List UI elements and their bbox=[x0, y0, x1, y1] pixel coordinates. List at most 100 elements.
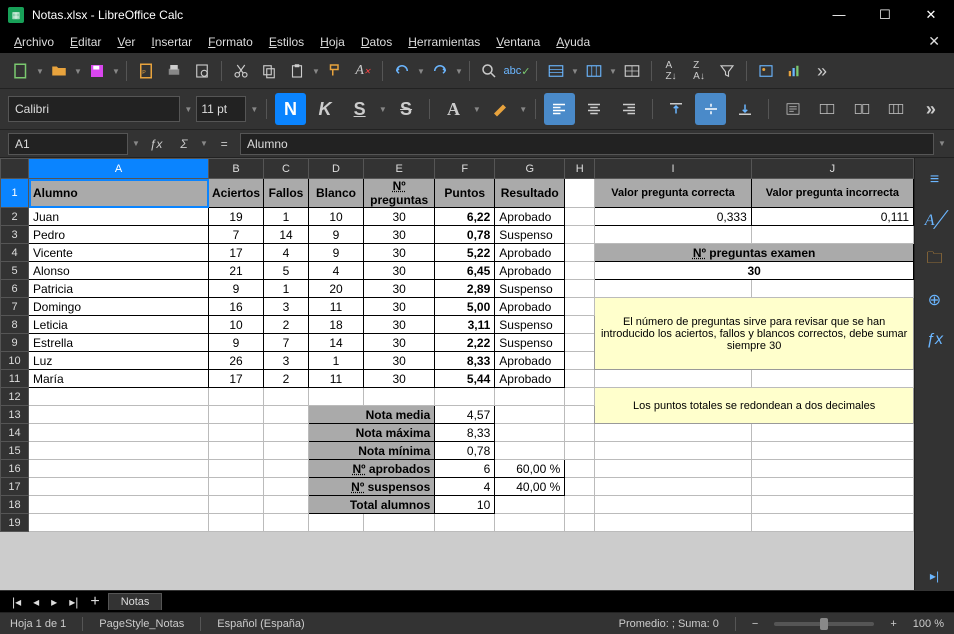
cell-D4[interactable]: 9 bbox=[309, 244, 364, 262]
cell-F9[interactable]: 2,22 bbox=[435, 334, 495, 352]
cell-B11[interactable]: 17 bbox=[209, 370, 264, 388]
cell-I1[interactable]: Valor pregunta correcta bbox=[595, 179, 752, 208]
align-middle-button[interactable] bbox=[695, 93, 726, 125]
cell-B9[interactable]: 9 bbox=[209, 334, 264, 352]
cell-B6[interactable]: 9 bbox=[209, 280, 264, 298]
new-dropdown[interactable]: ▼ bbox=[36, 58, 44, 84]
cell-B16[interactable] bbox=[209, 460, 264, 478]
cell-F18[interactable]: 10 bbox=[435, 496, 495, 514]
font-name-dropdown[interactable]: ▼ bbox=[184, 96, 192, 122]
menu-estilos[interactable]: Estilos bbox=[263, 33, 310, 51]
save-icon[interactable] bbox=[84, 58, 110, 84]
cell-H13[interactable] bbox=[565, 406, 595, 424]
merge-button[interactable] bbox=[812, 93, 843, 125]
row-header-3[interactable]: 3 bbox=[1, 226, 29, 244]
cell-G6[interactable]: Suspenso bbox=[495, 280, 565, 298]
cell-A10[interactable]: Luz bbox=[29, 352, 209, 370]
font-name-input[interactable] bbox=[8, 96, 180, 122]
cell-F14[interactable]: 8,33 bbox=[435, 424, 495, 442]
tab-add-icon[interactable]: + bbox=[86, 593, 103, 611]
sidebar-navigator-icon[interactable]: ⊕ bbox=[921, 286, 949, 314]
print-icon[interactable] bbox=[161, 58, 187, 84]
cell-B3[interactable]: 7 bbox=[209, 226, 264, 244]
row-header-19[interactable]: 19 bbox=[1, 514, 29, 532]
cell-F5[interactable]: 6,45 bbox=[435, 262, 495, 280]
row-header-10[interactable]: 10 bbox=[1, 352, 29, 370]
sum-icon[interactable]: Σ bbox=[172, 133, 196, 155]
cell-D10[interactable]: 1 bbox=[309, 352, 364, 370]
cell-F7[interactable]: 5,00 bbox=[435, 298, 495, 316]
sort-desc-icon[interactable]: ZA↓ bbox=[686, 58, 712, 84]
cell-H16[interactable] bbox=[565, 460, 595, 478]
cell-B4[interactable]: 17 bbox=[209, 244, 264, 262]
font-size-dropdown[interactable]: ▼ bbox=[250, 96, 258, 122]
cell-A19[interactable] bbox=[29, 514, 209, 532]
zoom-out-icon[interactable]: − bbox=[752, 618, 758, 630]
cell-A1[interactable]: Alumno bbox=[29, 179, 209, 208]
row-header-18[interactable]: 18 bbox=[1, 496, 29, 514]
cell-I16[interactable] bbox=[595, 460, 752, 478]
row-header-5[interactable]: 5 bbox=[1, 262, 29, 280]
row-header-2[interactable]: 2 bbox=[1, 208, 29, 226]
cell-A15[interactable] bbox=[29, 442, 209, 460]
cell-A2[interactable]: Juan bbox=[29, 208, 209, 226]
cell-B14[interactable] bbox=[209, 424, 264, 442]
menu-ver[interactable]: Ver bbox=[111, 33, 141, 51]
maximize-button[interactable]: ☐ bbox=[870, 7, 900, 23]
cell-J1[interactable]: Valor pregunta incorrecta bbox=[751, 179, 913, 208]
cell-E5[interactable]: 30 bbox=[364, 262, 435, 280]
cell-H18[interactable] bbox=[565, 496, 595, 514]
cell-I11[interactable] bbox=[595, 370, 752, 388]
cell-G4[interactable]: Aprobado bbox=[495, 244, 565, 262]
italic-button[interactable]: K bbox=[310, 93, 341, 125]
open-icon[interactable] bbox=[46, 58, 72, 84]
cell-C1[interactable]: Fallos bbox=[264, 179, 309, 208]
cell-D6[interactable]: 20 bbox=[309, 280, 364, 298]
sidebar-functions-icon[interactable]: ƒx bbox=[921, 326, 949, 354]
cell-F3[interactable]: 0,78 bbox=[435, 226, 495, 244]
chart-icon[interactable] bbox=[781, 58, 807, 84]
col-header-H[interactable]: H bbox=[565, 159, 595, 179]
col-header-F[interactable]: F bbox=[435, 159, 495, 179]
cell-A18[interactable] bbox=[29, 496, 209, 514]
cell-E12[interactable] bbox=[364, 388, 435, 406]
cell-A8[interactable]: Leticia bbox=[29, 316, 209, 334]
spreadsheet-grid[interactable]: ABCDEFGHIJ1AlumnoAciertosFallosBlancoNº … bbox=[0, 158, 914, 590]
cell-C18[interactable] bbox=[264, 496, 309, 514]
cell-F12[interactable] bbox=[435, 388, 495, 406]
cell-F16[interactable]: 6 bbox=[435, 460, 495, 478]
align-bottom-button[interactable] bbox=[730, 93, 761, 125]
copy-icon[interactable] bbox=[256, 58, 282, 84]
cell-I14[interactable] bbox=[595, 424, 752, 442]
cell-C13[interactable] bbox=[264, 406, 309, 424]
print-preview-icon[interactable] bbox=[189, 58, 215, 84]
cell-J14[interactable] bbox=[751, 424, 913, 442]
cell-H9[interactable] bbox=[565, 334, 595, 352]
align-top-button[interactable] bbox=[661, 93, 692, 125]
row-header-13[interactable]: 13 bbox=[1, 406, 29, 424]
cell-A11[interactable]: María bbox=[29, 370, 209, 388]
col-icon[interactable] bbox=[581, 58, 607, 84]
cell-F2[interactable]: 6,22 bbox=[435, 208, 495, 226]
col-header-D[interactable]: D bbox=[309, 159, 364, 179]
font-size-input[interactable] bbox=[196, 96, 246, 122]
cell-C10[interactable]: 3 bbox=[264, 352, 309, 370]
align-center-button[interactable] bbox=[579, 93, 610, 125]
cell-C7[interactable]: 3 bbox=[264, 298, 309, 316]
row-header-9[interactable]: 9 bbox=[1, 334, 29, 352]
underline-dropdown[interactable]: ▼ bbox=[379, 96, 387, 122]
menu-formato[interactable]: Formato bbox=[202, 33, 259, 51]
cell-D3[interactable]: 9 bbox=[309, 226, 364, 244]
cell-G14[interactable] bbox=[495, 424, 565, 442]
cell-F4[interactable]: 5,22 bbox=[435, 244, 495, 262]
cell-G9[interactable]: Suspenso bbox=[495, 334, 565, 352]
cell-J18[interactable] bbox=[751, 496, 913, 514]
col-header-G[interactable]: G bbox=[495, 159, 565, 179]
sum-dropdown[interactable]: ▼ bbox=[200, 131, 208, 157]
font-color-button[interactable]: A bbox=[438, 93, 469, 125]
cell-J11[interactable] bbox=[751, 370, 913, 388]
cell-F13[interactable]: 4,57 bbox=[435, 406, 495, 424]
cell-H7[interactable] bbox=[565, 298, 595, 316]
sort-asc-icon[interactable]: AZ↓ bbox=[658, 58, 684, 84]
col-header-C[interactable]: C bbox=[264, 159, 309, 179]
